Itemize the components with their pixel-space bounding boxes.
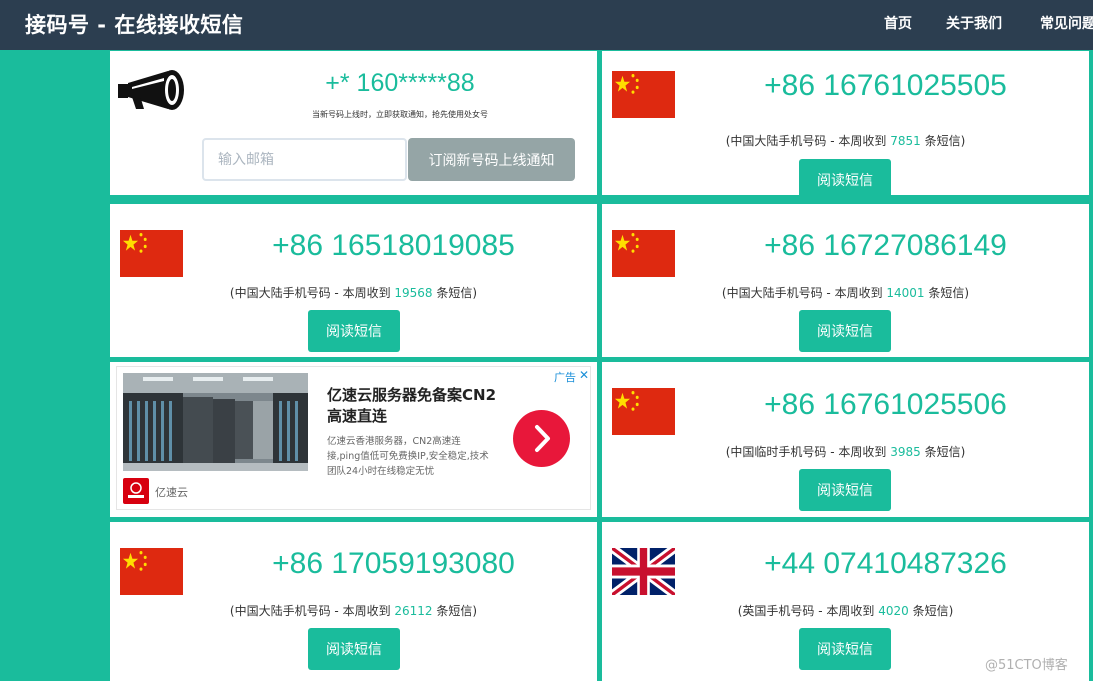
read-sms-button[interactable]: 阅读短信 xyxy=(799,159,891,195)
uk-flag-icon xyxy=(612,548,675,595)
sms-count: 26112 xyxy=(394,604,433,618)
chevron-right-icon xyxy=(535,425,550,452)
desc-text: (中国大陆手机号码 - 本周收到 xyxy=(229,286,395,300)
ad-arrow-button[interactable] xyxy=(513,410,570,467)
phone-number[interactable]: +86 16518019085 xyxy=(190,229,597,263)
nav-faq[interactable]: 常见问题 xyxy=(1040,13,1093,33)
china-flag-icon xyxy=(120,548,183,595)
desc-text: (中国临时手机号码 - 本周收到 xyxy=(725,445,891,459)
china-flag-icon xyxy=(612,230,675,277)
desc-text: (中国大陆手机号码 - 本周收到 xyxy=(725,134,891,148)
watermark: @51CTO博客 xyxy=(985,658,1068,673)
ad-tag: 广告 xyxy=(554,371,576,384)
phone-card: +86 16727086149 (中国大陆手机号码 - 本周收到 14001 条… xyxy=(602,204,1089,357)
phone-card: +86 16761025505 (中国大陆手机号码 - 本周收到 7851 条短… xyxy=(602,51,1089,195)
phone-number[interactable]: +86 16727086149 xyxy=(682,229,1089,263)
phone-card: +86 16518019085 (中国大陆手机号码 - 本周收到 19568 条… xyxy=(110,204,597,357)
phone-description: (中国大陆手机号码 - 本周收到 14001 条短信) xyxy=(602,284,1089,301)
sms-count: 3985 xyxy=(890,445,921,459)
sms-count: 4020 xyxy=(878,604,909,618)
nav-home[interactable]: 首页 xyxy=(884,13,912,33)
phone-description: (中国大陆手机号码 - 本周收到 7851 条短信) xyxy=(602,132,1089,149)
desc-text: 条短信) xyxy=(924,286,970,300)
desc-text: 条短信) xyxy=(920,134,966,148)
phone-description: (中国大陆手机号码 - 本周收到 19568 条短信) xyxy=(110,284,597,301)
ad-card: 亿速云 亿速云服务器免备案CN2高速直连 亿速云香港服务器，CN2高速连接,pi… xyxy=(110,362,597,517)
phone-card: +86 17059193080 (中国大陆手机号码 - 本周收到 26112 条… xyxy=(110,522,597,681)
sms-count: 7851 xyxy=(890,134,921,148)
phone-card: +86 16761025506 (中国临时手机号码 - 本周收到 3985 条短… xyxy=(602,362,1089,517)
nav-about[interactable]: 关于我们 xyxy=(946,13,1002,33)
nav-links: 首页 关于我们 常见问题 xyxy=(0,0,1093,50)
read-sms-button[interactable]: 阅读短信 xyxy=(799,469,891,511)
phone-number[interactable]: +44 07410487326 xyxy=(682,547,1089,581)
sms-count: 19568 xyxy=(394,286,433,300)
phone-number[interactable]: +86 16761025506 xyxy=(682,388,1089,422)
megaphone-icon xyxy=(116,67,188,113)
ad-title[interactable]: 亿速云服务器免备案CN2高速直连 xyxy=(327,385,497,427)
server-room-image[interactable] xyxy=(123,373,308,471)
desc-text: (英国手机号码 - 本周收到 xyxy=(737,604,879,618)
china-flag-icon xyxy=(612,388,675,435)
read-sms-button[interactable]: 阅读短信 xyxy=(799,628,891,670)
desc-text: 条短信) xyxy=(432,286,478,300)
read-sms-button[interactable]: 阅读短信 xyxy=(308,310,400,352)
china-flag-icon xyxy=(120,230,183,277)
subscribe-hint: 当新号码上线时，立即获取通知，抢先使用处女号 xyxy=(312,110,488,119)
masked-number: +* 160*****88 xyxy=(325,69,475,97)
ad-body: 亿速云香港服务器，CN2高速连接,ping值低可免费换IP,安全稳定,技术团队2… xyxy=(327,436,489,477)
yisuyun-logo xyxy=(123,478,149,504)
ad-brand: 亿速云 xyxy=(155,486,188,499)
desc-text: 条短信) xyxy=(920,445,966,459)
phone-description: (英国手机号码 - 本周收到 4020 条短信) xyxy=(602,602,1089,619)
subscribe-button[interactable]: 订阅新号码上线通知 xyxy=(408,138,575,181)
desc-text: (中国大陆手机号码 - 本周收到 xyxy=(721,286,887,300)
close-icon[interactable]: ✕ xyxy=(579,368,589,382)
china-flag-icon xyxy=(612,71,675,118)
phone-description: (中国大陆手机号码 - 本周收到 26112 条短信) xyxy=(110,602,597,619)
read-sms-button[interactable]: 阅读短信 xyxy=(799,310,891,352)
desc-text: 条短信) xyxy=(432,604,478,618)
phone-number[interactable]: +86 16761025505 xyxy=(682,69,1089,103)
email-input[interactable] xyxy=(202,138,407,181)
desc-text: (中国大陆手机号码 - 本周收到 xyxy=(229,604,395,618)
ad-banner[interactable]: 亿速云 亿速云服务器免备案CN2高速直连 亿速云香港服务器，CN2高速连接,pi… xyxy=(116,366,591,510)
navbar: 接码号 - 在线接收短信 首页 关于我们 常见问题 xyxy=(0,0,1093,50)
phone-number[interactable]: +86 17059193080 xyxy=(190,547,597,581)
phone-description: (中国临时手机号码 - 本周收到 3985 条短信) xyxy=(602,443,1089,460)
subscribe-card: +* 160*****88 当新号码上线时，立即获取通知，抢先使用处女号 订阅新… xyxy=(110,51,597,195)
read-sms-button[interactable]: 阅读短信 xyxy=(308,628,400,670)
sms-count: 14001 xyxy=(886,286,925,300)
desc-text: 条短信) xyxy=(908,604,954,618)
